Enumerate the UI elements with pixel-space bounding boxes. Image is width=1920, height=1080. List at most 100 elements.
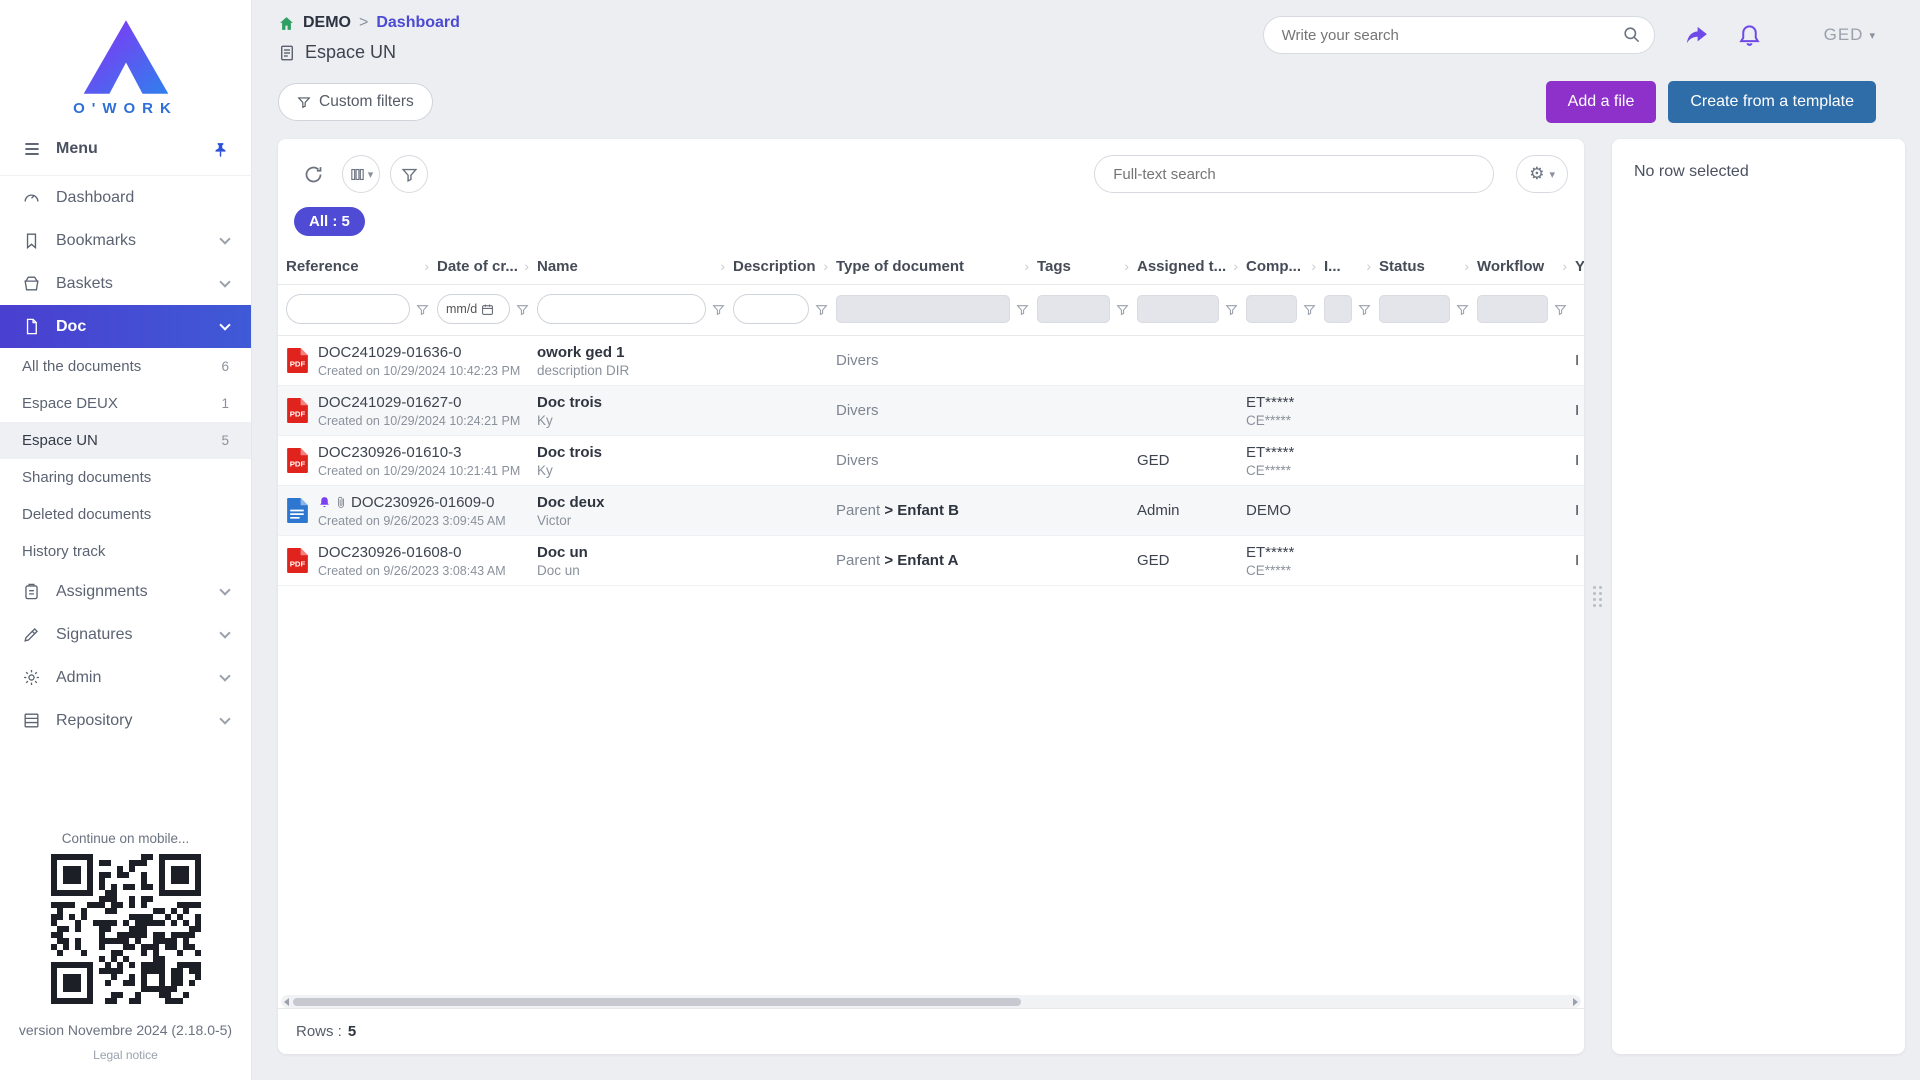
column-header[interactable]: Y...› [1575,248,1584,284]
global-search-input[interactable] [1263,16,1655,54]
filter-funnel-icon[interactable] [516,303,529,316]
sidebar-subitem-all-the-documents[interactable]: All the documents6 [0,348,251,385]
doc-assigned: Admin [1137,502,1246,519]
column-header[interactable]: Workflow› [1477,248,1575,284]
gear-icon: ⚙ [1529,164,1544,184]
sidebar-item-baskets[interactable]: Baskets [0,262,251,305]
horizontal-scrollbar[interactable] [281,995,1581,1008]
svg-text:PDF: PDF [290,560,306,569]
filter-select[interactable] [836,295,1010,323]
breadcrumb-current[interactable]: Dashboard [376,14,460,32]
table-row[interactable]: PDFDOC241029-01636-0Created on 10/29/202… [278,336,1584,386]
sidebar-item-bookmarks[interactable]: Bookmarks [0,219,251,262]
columns-icon [349,166,366,183]
date-filter-input[interactable]: mm/d [437,294,510,324]
scroll-right-arrow[interactable] [1573,998,1578,1006]
panel-resize-handle[interactable] [1593,586,1603,607]
account-menu[interactable]: GED ▾ [1824,25,1876,45]
doc-subname: description DIR [537,363,733,378]
scrollbar-thumb[interactable] [293,998,1021,1006]
sidebar-subitem-deleted-documents[interactable]: Deleted documents [0,496,251,533]
column-header[interactable]: Date of cr...› [437,248,537,284]
hamburger-icon[interactable] [22,139,42,159]
filter-select[interactable] [1324,295,1352,323]
add-file-button[interactable]: Add a file [1546,81,1657,123]
column-header[interactable]: Type of document› [836,248,1037,284]
table-row[interactable]: DOC230926-01609-0Created on 9/26/2023 3:… [278,486,1584,536]
sidebar-item-assignments[interactable]: Assignments [0,570,251,613]
pen-icon [22,625,41,644]
subitem-count: 1 [221,396,229,411]
column-header[interactable]: Name› [537,248,733,284]
doc-name: Doc trois [537,444,733,461]
breadcrumb-root[interactable]: DEMO [303,14,351,32]
search-icon[interactable] [1622,25,1641,49]
doc-reference: DOC230926-01609-0 [351,494,494,511]
filter-funnel-icon[interactable] [416,303,429,316]
sidebar-item-doc[interactable]: Doc [0,305,251,348]
table-settings-button[interactable]: ⚙ ▾ [1516,155,1568,193]
fulltext-search-input[interactable] [1094,155,1494,193]
chevron-down-icon: ▾ [1549,168,1555,181]
column-header[interactable]: Comp...› [1246,248,1324,284]
menu-toggle[interactable]: Menu [0,123,251,176]
filter-select[interactable] [1477,295,1548,323]
filter-input[interactable] [733,294,809,324]
filter-funnel-icon[interactable] [712,303,725,316]
column-header[interactable]: Assigned t...› [1137,248,1246,284]
filter-funnel-icon[interactable] [1554,303,1567,316]
table-toolbar: ▾ ⚙ ▾ [278,139,1584,201]
filter-select[interactable] [1379,295,1450,323]
filter-funnel-icon[interactable] [1303,303,1316,316]
filter-funnel-icon[interactable] [1225,303,1238,316]
doc-created-date: Created on 10/29/2024 10:42:23 PM [318,364,520,378]
filter-funnel-icon[interactable] [1358,303,1371,316]
legal-notice-link[interactable]: Legal notice [93,1048,158,1062]
chevron-down-icon: ▾ [1869,29,1876,42]
column-label: Status [1379,258,1425,275]
filter-funnel-icon[interactable] [815,303,828,316]
paperclip-icon [335,495,347,510]
sidebar-item-admin[interactable]: Admin [0,656,251,699]
column-header[interactable]: Description› [733,248,836,284]
column-header[interactable]: Status› [1379,248,1477,284]
global-search [1263,16,1655,54]
share-icon[interactable] [1683,22,1709,48]
filter-funnel-icon[interactable] [1016,303,1029,316]
refresh-button[interactable] [294,155,332,193]
notifications-bell-icon[interactable] [1737,23,1762,48]
scroll-left-arrow[interactable] [284,998,289,1006]
home-icon[interactable] [278,15,295,32]
all-count-badge[interactable]: All : 5 [294,207,365,236]
table-row[interactable]: PDFDOC230926-01610-3Created on 10/29/202… [278,436,1584,486]
pin-sidebar-icon[interactable] [212,141,229,158]
filter-button[interactable] [390,155,428,193]
filter-select[interactable] [1246,295,1297,323]
column-header[interactable]: Reference› [286,248,437,284]
sidebar-item-repository[interactable]: Repository [0,699,251,742]
sidebar-subitem-espace-un[interactable]: Espace UN5 [0,422,251,459]
filter-input[interactable] [286,294,410,324]
sidebar-subitem-sharing-documents[interactable]: Sharing documents [0,459,251,496]
table-row[interactable]: PDFDOC230926-01608-0Created on 9/26/2023… [278,536,1584,586]
column-header[interactable]: Tags› [1037,248,1137,284]
breadcrumb: DEMO > Dashboard [278,14,460,32]
sidebar-item-dashboard[interactable]: Dashboard [0,176,251,219]
custom-filters-button[interactable]: Custom filters [278,83,433,121]
filter-select[interactable] [1037,295,1110,323]
doc-company: ET*****CE***** [1246,394,1324,428]
column-filter [733,294,836,324]
filter-funnel-icon[interactable] [1456,303,1469,316]
sidebar-subitem-espace-deux[interactable]: Espace DEUX1 [0,385,251,422]
mobile-hint: Continue on mobile... [62,831,190,846]
filter-select[interactable] [1137,295,1219,323]
brand[interactable]: O'WORK [0,0,251,123]
columns-button[interactable]: ▾ [342,155,380,193]
sidebar-subitem-history-track[interactable]: History track [0,533,251,570]
filter-funnel-icon[interactable] [1116,303,1129,316]
sidebar-item-signatures[interactable]: Signatures [0,613,251,656]
table-row[interactable]: PDFDOC241029-01627-0Created on 10/29/202… [278,386,1584,436]
column-header[interactable]: I...› [1324,248,1379,284]
create-template-button[interactable]: Create from a template [1668,81,1876,123]
filter-input[interactable] [537,294,706,324]
